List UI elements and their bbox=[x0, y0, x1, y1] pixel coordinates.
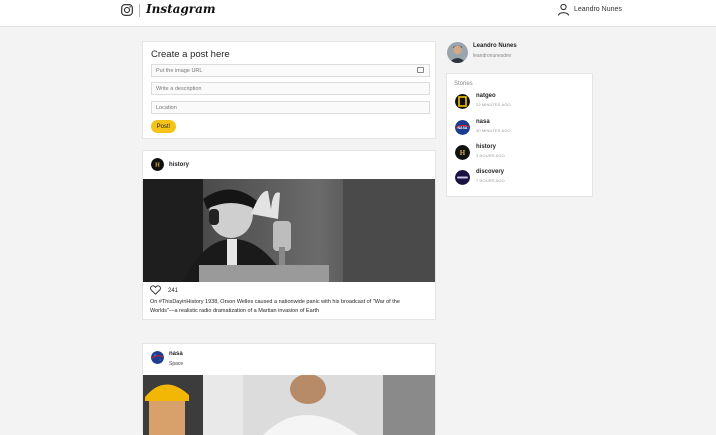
story-name[interactable]: history bbox=[476, 144, 496, 150]
post-card: nasa Space bbox=[142, 343, 436, 435]
create-post-panel: Create a post here Post! bbox=[142, 41, 436, 139]
natgeo-logo-icon bbox=[455, 94, 470, 109]
header-user-name[interactable]: Leandro Nunes bbox=[574, 6, 622, 13]
story-item-discovery[interactable]: discovery 7 HOURS AGO bbox=[455, 169, 585, 189]
story-item-nasa[interactable]: NASA nasa 30 MINUTES AGO bbox=[455, 119, 585, 139]
story-time: 22 MINUTES AGO bbox=[476, 102, 511, 107]
photo-orson-welles bbox=[143, 179, 435, 282]
story-item-history[interactable]: H history 3 HOURS AGO bbox=[455, 144, 585, 164]
story-avatar[interactable] bbox=[455, 170, 470, 185]
nasa-logo-icon: NASA bbox=[455, 120, 470, 135]
photo-astronauts bbox=[143, 375, 435, 435]
post-avatar[interactable] bbox=[151, 351, 164, 364]
location-input[interactable] bbox=[151, 101, 430, 114]
history-logo-icon: H bbox=[455, 145, 470, 160]
post-image[interactable] bbox=[143, 375, 435, 435]
story-name[interactable]: nasa bbox=[476, 119, 490, 125]
likes-count: 241 bbox=[168, 288, 179, 294]
top-nav-bar: Instagram Leandro Nunes bbox=[0, 0, 716, 27]
instagram-camera-icon[interactable] bbox=[121, 4, 133, 16]
story-avatar[interactable] bbox=[455, 94, 470, 109]
post-avatar[interactable]: H bbox=[151, 158, 164, 171]
discovery-logo-icon bbox=[455, 170, 470, 185]
svg-text:NASA: NASA bbox=[458, 126, 468, 130]
post-submit-button[interactable]: Post! bbox=[151, 120, 176, 133]
instagram-wordmark[interactable]: Instagram bbox=[146, 2, 216, 16]
story-time: 7 HOURS AGO bbox=[476, 178, 505, 183]
post-username[interactable]: history bbox=[169, 162, 189, 168]
image-url-input[interactable] bbox=[151, 64, 430, 77]
nasa-logo-icon bbox=[151, 351, 164, 364]
heart-icon[interactable] bbox=[150, 285, 161, 295]
history-logo-icon: H bbox=[151, 158, 164, 171]
profile-photo bbox=[447, 42, 468, 63]
image-icon[interactable] bbox=[417, 67, 424, 73]
post-image[interactable] bbox=[143, 179, 435, 282]
story-avatar[interactable]: NASA bbox=[455, 120, 470, 135]
post-caption: On #ThisDayinHistory 1938, Orson Welles … bbox=[150, 299, 400, 314]
story-name[interactable]: discovery bbox=[476, 169, 504, 175]
user-icon[interactable] bbox=[557, 3, 570, 16]
stories-panel: Stories natgeo 22 MINUTES AGO NASA nasa … bbox=[446, 73, 593, 197]
profile-handle[interactable]: leandronunesdev bbox=[473, 53, 511, 59]
story-name[interactable]: natgeo bbox=[476, 93, 496, 99]
svg-text:H: H bbox=[460, 149, 466, 157]
stories-title: Stories bbox=[454, 81, 473, 87]
description-input[interactable] bbox=[151, 82, 430, 95]
post-username[interactable]: nasa bbox=[169, 351, 183, 357]
create-post-form: Post! bbox=[143, 42, 435, 138]
post-location[interactable]: Space bbox=[169, 361, 183, 367]
story-item-natgeo[interactable]: natgeo 22 MINUTES AGO bbox=[455, 93, 585, 113]
svg-text:H: H bbox=[155, 163, 160, 169]
profile-name[interactable]: Leandro Nunes bbox=[473, 43, 517, 49]
logo-divider bbox=[139, 4, 140, 17]
profile-avatar[interactable] bbox=[447, 42, 468, 63]
story-avatar[interactable]: H bbox=[455, 145, 470, 160]
story-time: 3 HOURS AGO bbox=[476, 153, 505, 158]
post-card: H history 241 On #ThisDayinHistory 1938,… bbox=[142, 150, 436, 320]
story-time: 30 MINUTES AGO bbox=[476, 128, 511, 133]
